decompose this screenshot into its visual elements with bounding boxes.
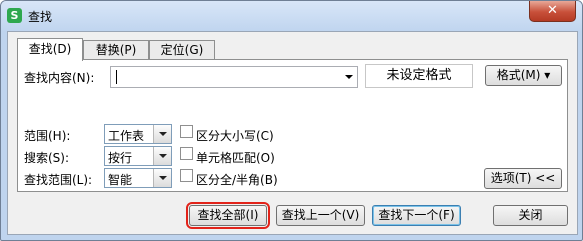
format-preview: 未设定格式 bbox=[365, 64, 473, 88]
match-cell-label[interactable]: 单元格匹配(O) bbox=[196, 149, 275, 166]
look-in-value: 智能 bbox=[108, 173, 133, 187]
scope-value: 工作表 bbox=[108, 129, 145, 143]
chevron-down-icon bbox=[153, 169, 171, 187]
match-width-checkbox[interactable] bbox=[180, 169, 193, 182]
find-next-button[interactable]: 查找下一个(F) bbox=[372, 205, 461, 226]
search-label: 搜索(S): bbox=[24, 151, 70, 165]
match-width-label[interactable]: 区分全/半角(B) bbox=[196, 171, 278, 188]
options-toggle-button[interactable]: 选项(T) << bbox=[484, 168, 562, 189]
close-window-button[interactable]: ✕ bbox=[529, 1, 576, 22]
format-button[interactable]: 格式(M) ▾ bbox=[485, 65, 562, 86]
look-in-label: 查找范围(L): bbox=[24, 173, 93, 187]
match-case-checkbox[interactable] bbox=[180, 125, 193, 138]
chevron-down-icon bbox=[153, 125, 171, 143]
title-bar[interactable]: S 查找 ✕ bbox=[1, 1, 582, 31]
find-tab-panel: 查找内容(N): 未设定格式 格式(M) ▾ 范围(H): 工作表 区分大小写(… bbox=[17, 59, 568, 192]
chevron-down-icon[interactable] bbox=[345, 75, 353, 79]
scope-select[interactable]: 工作表 bbox=[104, 124, 172, 144]
find-content-input[interactable] bbox=[110, 66, 358, 88]
app-icon: S bbox=[7, 8, 22, 23]
find-previous-button[interactable]: 查找上一个(V) bbox=[276, 205, 365, 226]
close-icon: ✕ bbox=[547, 3, 558, 18]
scope-label: 范围(H): bbox=[24, 129, 71, 143]
match-case-label[interactable]: 区分大小写(C) bbox=[196, 127, 274, 144]
find-content-label: 查找内容(N): bbox=[24, 71, 95, 85]
match-cell-checkbox[interactable] bbox=[180, 147, 193, 160]
tab-replace[interactable]: 替换(P) bbox=[83, 40, 149, 60]
chevron-down-icon bbox=[153, 147, 171, 165]
dialog-body: 查找(D) 替换(P) 定位(G) 查找内容(N): 未设定格式 格式(M) ▾… bbox=[7, 31, 578, 235]
find-all-button[interactable]: 查找全部(I) bbox=[186, 202, 270, 229]
search-order-select[interactable]: 按行 bbox=[104, 146, 172, 166]
tab-goto[interactable]: 定位(G) bbox=[149, 40, 215, 60]
tab-find[interactable]: 查找(D) bbox=[17, 38, 83, 61]
search-order-value: 按行 bbox=[108, 151, 133, 165]
close-button[interactable]: 关闭 bbox=[493, 205, 568, 226]
look-in-select[interactable]: 智能 bbox=[104, 168, 172, 188]
text-caret bbox=[116, 70, 117, 84]
window-title: 查找 bbox=[28, 10, 53, 24]
find-dialog: S 查找 ✕ 查找(D) 替换(P) 定位(G) 查找内容(N): 未设定格式 … bbox=[0, 0, 583, 241]
